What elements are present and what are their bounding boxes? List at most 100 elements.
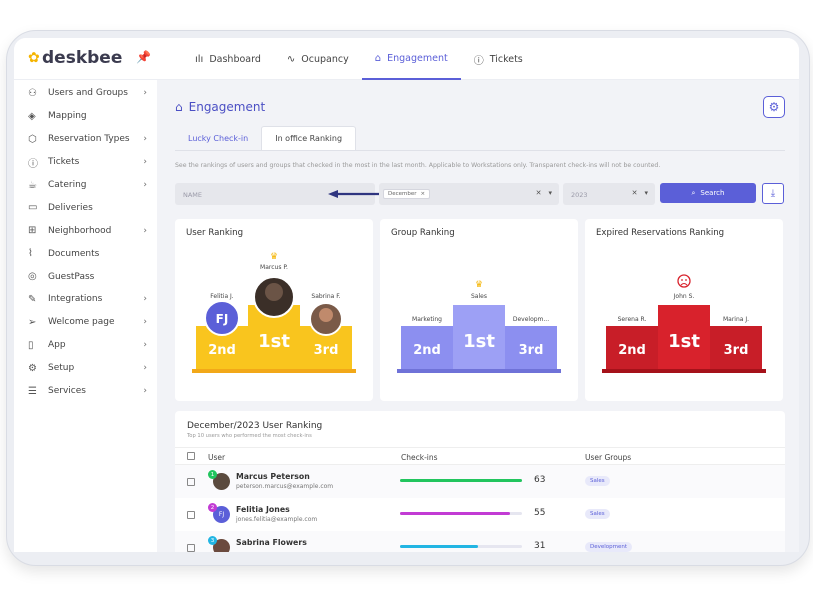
nav-label: Ocupancy xyxy=(301,53,349,65)
group-ranking-podium: ♛ Sales Marketing Developm... 2nd 1st 3r… xyxy=(397,280,561,373)
expired-ranking-podium: John S. Serena R. Marina J. 2nd 1st 3rd xyxy=(602,274,766,373)
sidebar-item-users-and-groups[interactable]: ⚇ Users and Groups › xyxy=(14,82,157,105)
user-ranking-card: User Ranking ♛ Marcus P. Felitia J. Sabr… xyxy=(175,219,373,401)
row-checkbox[interactable] xyxy=(187,511,195,519)
month-filter-select[interactable]: December × ✕ ▾ xyxy=(379,183,559,205)
download-button[interactable]: ⤓ xyxy=(762,183,784,204)
sidebar-item-deliveries[interactable]: ▭ Deliveries xyxy=(14,196,157,219)
nav-tickets[interactable]: ⓘ Tickets xyxy=(461,38,536,80)
nav-label: Tickets xyxy=(489,53,523,65)
page-description: See the rankings of users and groups tha… xyxy=(175,162,661,169)
search-button[interactable]: ⌕ Search xyxy=(660,183,756,203)
settings-icon: ⚙ xyxy=(28,362,37,374)
checkins-count: 31 xyxy=(534,541,546,551)
crown-icon: ♛ xyxy=(475,280,483,290)
bee-icon: ✿ xyxy=(28,50,40,66)
gear-icon: ⚙ xyxy=(768,100,780,114)
year-filter-select[interactable]: 2023 ✕ ▾ xyxy=(563,183,655,205)
second-place-name: Marketing xyxy=(412,316,442,323)
sidebar-item-label: Reservation Types xyxy=(48,134,130,145)
chip-close-icon[interactable]: × xyxy=(421,191,426,197)
table-row[interactable]: FJ 2 Felitia Jones jones.felitia@example… xyxy=(175,498,785,531)
checkins-bar-fill xyxy=(400,479,522,482)
column-header-checkins: Check-ins xyxy=(401,453,438,462)
chevron-right-icon: › xyxy=(143,157,147,168)
chevron-down-icon[interactable]: ▾ xyxy=(548,189,552,197)
cup-icon: ☕ xyxy=(28,179,37,191)
activity-icon: ∿ xyxy=(286,53,296,65)
checkins-count: 63 xyxy=(534,475,546,485)
nav-label: Engagement xyxy=(387,52,448,64)
sidebar-item-app[interactable]: ▯ App › xyxy=(14,334,157,357)
first-place-name: Marcus P. xyxy=(260,264,288,271)
column-header-user: User xyxy=(208,453,226,462)
row-checkbox[interactable] xyxy=(187,544,195,552)
sad-face-icon xyxy=(677,274,691,288)
sidebar-item-label: Catering xyxy=(48,180,87,190)
clear-icon[interactable]: ✕ xyxy=(536,189,542,197)
sidebar-item-label: Integrations xyxy=(48,294,103,305)
sidebar-item-reservation-types[interactable]: ⬡ Reservation Types › xyxy=(14,128,157,151)
sidebar-item-services[interactable]: ☰ Services › xyxy=(14,380,157,403)
sidebar-item-documents[interactable]: ⌇ Documents xyxy=(14,242,157,265)
user-name: Felitia Jones xyxy=(236,505,290,514)
chevron-right-icon: › xyxy=(143,134,147,145)
send-icon: ➢ xyxy=(28,316,37,328)
settings-button[interactable]: ⚙ xyxy=(763,96,785,118)
third-place-name: Marina J. xyxy=(723,316,749,323)
user-ranking-podium: ♛ Marcus P. Felitia J. Sabrina F. FJ 2nd… xyxy=(192,252,356,373)
clear-icon[interactable]: ✕ xyxy=(632,189,638,197)
select-all-checkbox[interactable] xyxy=(187,452,195,460)
chevron-down-icon[interactable]: ▾ xyxy=(644,189,648,197)
month-controls: ✕ ▾ xyxy=(536,189,552,197)
sidebar-item-mapping[interactable]: ◈ Mapping xyxy=(14,105,157,128)
search-button-label: Search xyxy=(700,189,725,197)
row-checkbox[interactable] xyxy=(187,478,195,486)
cube-icon: ⬡ xyxy=(28,133,37,145)
month-chip[interactable]: December × xyxy=(383,189,431,199)
info-icon: ⓘ xyxy=(473,55,484,67)
third-place-label: 3rd xyxy=(519,343,544,358)
table-row[interactable]: 3 Sabrina Flowers 31 Development xyxy=(175,531,785,552)
sidebar-item-welcome-page[interactable]: ➢ Welcome page › xyxy=(14,311,157,334)
third-place-label: 3rd xyxy=(314,343,339,358)
table-title: December/2023 User Ranking xyxy=(187,421,323,431)
month-chip-label: December xyxy=(388,191,417,197)
second-place-label: 2nd xyxy=(208,343,236,358)
info-icon: ⓘ xyxy=(28,158,38,170)
group-badge: Development xyxy=(585,542,633,552)
tabs-divider xyxy=(175,150,785,151)
nav-engagement[interactable]: ⌂ Engagement xyxy=(361,38,461,80)
main-nav: ılı Dashboard ∿ Ocupancy ⌂ Engagement ⓘ … xyxy=(182,38,536,80)
sidebar-item-tickets[interactable]: ⓘ Tickets › xyxy=(14,151,157,174)
sad-face-eye xyxy=(685,279,687,281)
app-window: ✿ deskbee 📌 ılı Dashboard ∿ Ocupancy ⌂ E… xyxy=(14,38,799,552)
tab-in-office-ranking[interactable]: In office Ranking xyxy=(261,126,357,150)
sidebar-item-guestpass[interactable]: ◎ GuestPass xyxy=(14,265,157,288)
pin-icon[interactable]: 📌 xyxy=(136,50,151,64)
sidebar-item-label: GuestPass xyxy=(48,271,95,282)
column-header-user-groups: User Groups xyxy=(585,453,632,462)
sidebar-item-neighborhood[interactable]: ⊞ Neighborhood › xyxy=(14,219,157,242)
chevron-right-icon: › xyxy=(143,180,147,190)
search-icon: ⌕ xyxy=(691,188,696,197)
sidebar-item-catering[interactable]: ☕ Catering › xyxy=(14,174,157,197)
chevron-right-icon: › xyxy=(143,386,147,397)
main-content: ⌂ Engagement ⚙ Lucky Check-in In office … xyxy=(157,80,799,552)
second-place-name: Felitia J. xyxy=(210,293,234,300)
chevron-right-icon: › xyxy=(143,294,147,305)
deskbee-logo[interactable]: ✿ deskbee xyxy=(28,48,122,68)
sidebar-item-setup[interactable]: ⚙ Setup › xyxy=(14,357,157,380)
first-place-label: 1st xyxy=(463,331,495,352)
rank-badge: 1 xyxy=(208,470,217,479)
phone-icon: ▯ xyxy=(28,339,34,351)
nav-ocupancy[interactable]: ∿ Ocupancy xyxy=(274,38,362,80)
nav-dashboard[interactable]: ılı Dashboard xyxy=(182,38,274,80)
table-row[interactable]: 1 Marcus Peterson peterson.marcus@exampl… xyxy=(175,465,785,498)
second-place-label: 2nd xyxy=(618,343,646,358)
tab-lucky-check-in[interactable]: Lucky Check-in xyxy=(175,126,261,150)
sidebar-item-integrations[interactable]: ✎ Integrations › xyxy=(14,288,157,311)
sidebar-item-label: Setup xyxy=(48,363,75,374)
tabs: Lucky Check-in In office Ranking xyxy=(175,126,357,150)
checkins-bar xyxy=(400,545,522,548)
